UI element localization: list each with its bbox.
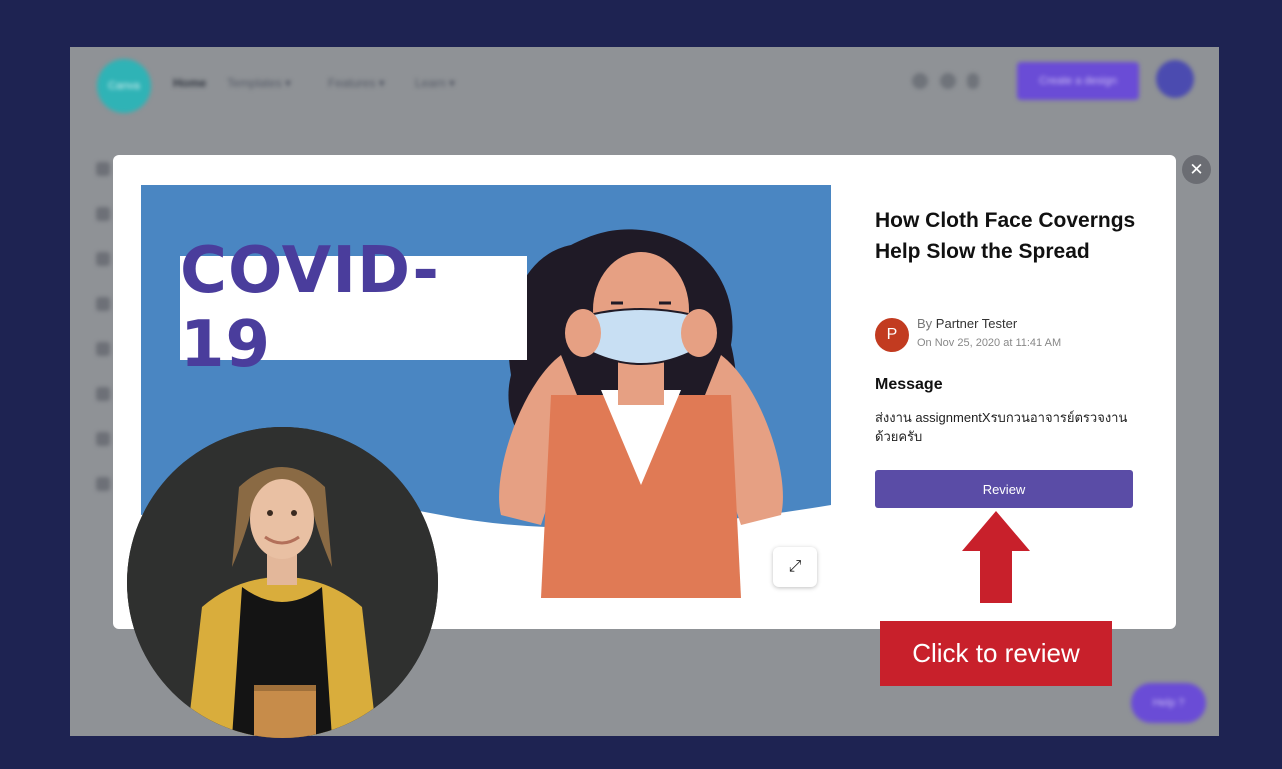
bell-icon xyxy=(967,73,979,89)
author-date: On Nov 25, 2020 at 11:41 AM xyxy=(917,337,1062,349)
close-button[interactable]: ✕ xyxy=(1182,155,1211,184)
expand-button[interactable]: ⤢ xyxy=(773,547,817,587)
nav-learn: Learn ▾ xyxy=(415,76,456,90)
arrow-up-icon xyxy=(962,511,1030,603)
sidebar-icon xyxy=(96,432,110,446)
covid-title: COVID-19 xyxy=(180,234,440,382)
author-by-label: By xyxy=(917,316,933,331)
nav-features: Features ▾ xyxy=(328,76,385,90)
user-avatar xyxy=(1156,60,1194,98)
message-body: ส่งงาน assignmentXรบกวนอาจารย์ตรวจงานด้ว… xyxy=(875,410,1128,444)
template-title: How Cloth Face Coverngs Help Slow the Sp… xyxy=(875,209,1136,263)
presenter-photo-illustration xyxy=(127,427,438,738)
author-info: P By Partner Tester On Nov 25, 2020 at 1… xyxy=(875,316,1145,356)
help-button: Help ? xyxy=(1131,683,1206,723)
author-avatar: P xyxy=(875,318,909,352)
sidebar-icon xyxy=(96,207,110,221)
review-button[interactable]: Review xyxy=(875,470,1133,508)
message-heading: Message xyxy=(875,376,943,393)
nav-home: Home xyxy=(173,76,207,90)
close-icon: ✕ xyxy=(1189,159,1204,179)
settings-icon xyxy=(940,73,956,89)
template-info: How Cloth Face Coverngs Help Slow the Sp… xyxy=(875,205,1145,444)
sidebar-icon xyxy=(96,387,110,401)
covid-title-box: COVID-19 xyxy=(180,234,527,382)
callout-label: Click to review xyxy=(880,621,1112,686)
presenter-photo xyxy=(127,427,438,738)
sidebar-icon xyxy=(96,162,110,176)
author-name-line: By Partner Tester xyxy=(917,316,1017,331)
nav-templates: Templates ▾ xyxy=(227,76,292,90)
author-name: Partner Tester xyxy=(935,316,1018,331)
sidebar-icon xyxy=(96,477,110,491)
app-logo: Canva xyxy=(97,59,151,113)
sidebar-icon xyxy=(96,342,110,356)
sidebar-icon xyxy=(96,252,110,266)
help-circle-icon xyxy=(912,73,928,89)
expand-icon: ⤢ xyxy=(788,558,802,575)
create-design-button: Create a design xyxy=(1017,62,1139,100)
sidebar-icon xyxy=(96,297,110,311)
